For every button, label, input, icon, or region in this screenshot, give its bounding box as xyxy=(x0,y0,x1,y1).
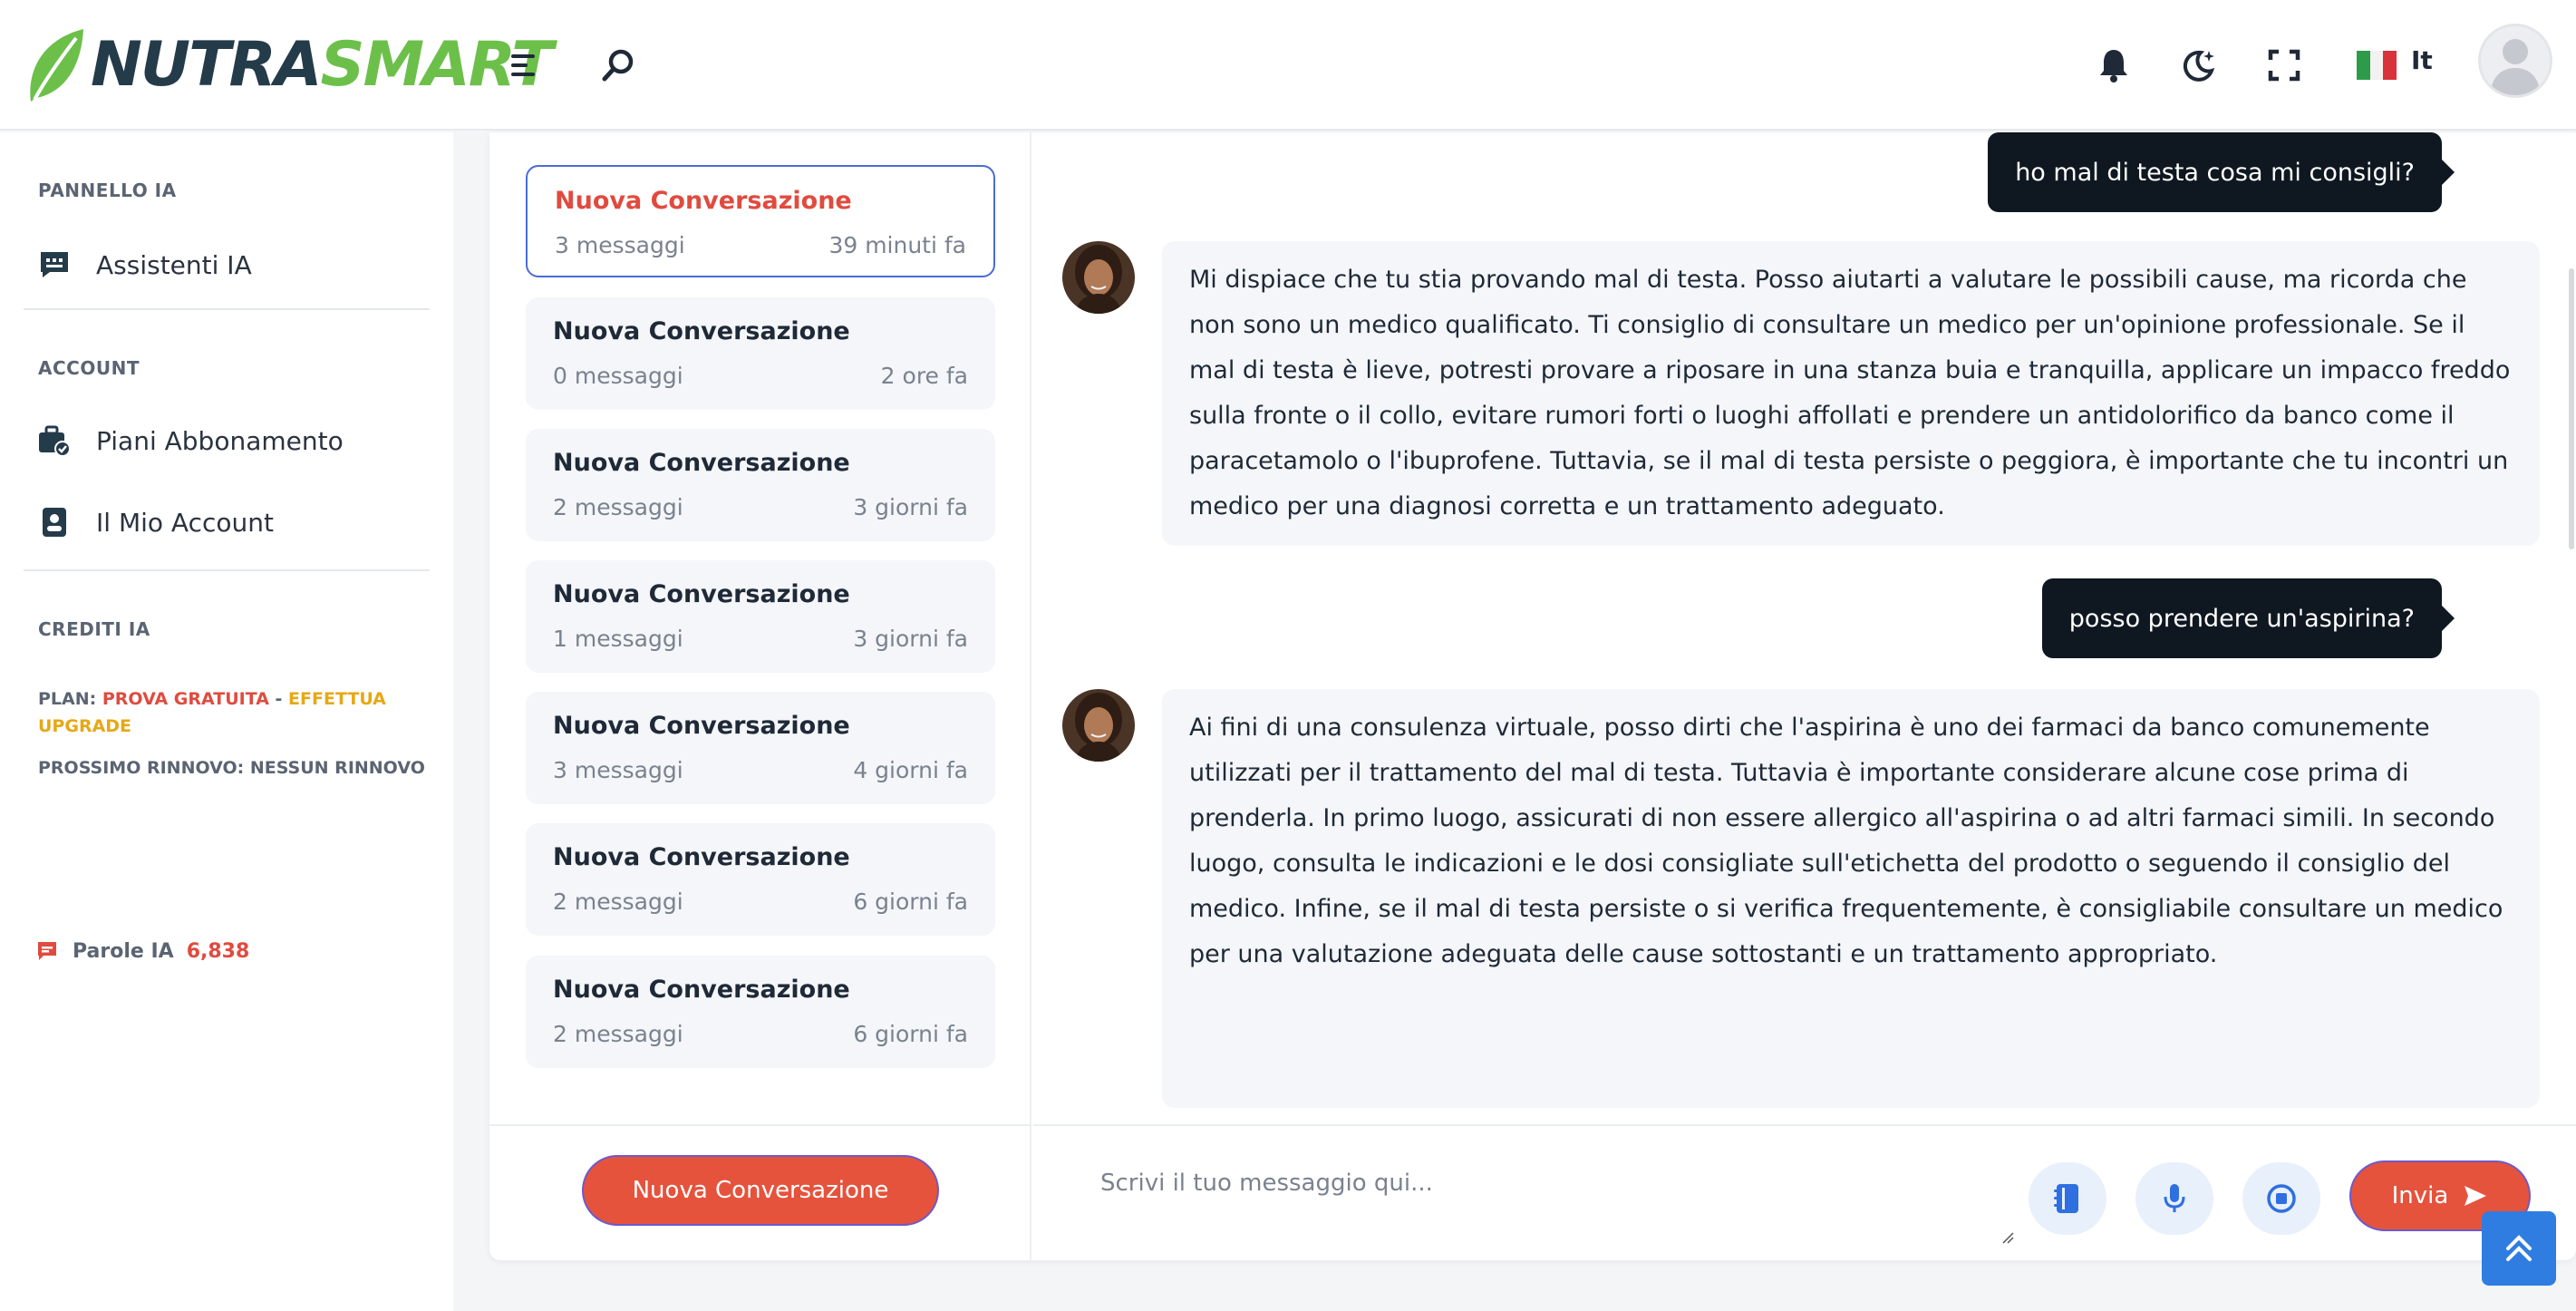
sidebar-item-label: Il Mio Account xyxy=(96,507,274,538)
message-icon xyxy=(38,942,56,960)
logo-text-nutra: NUTRA xyxy=(91,29,322,101)
send-button-label: Invia xyxy=(2391,1182,2449,1209)
sidebar-item-my-account[interactable]: Il Mio Account xyxy=(36,495,274,549)
conversation-item[interactable]: Nuova Conversazione 3 messaggi 4 giorni … xyxy=(526,692,995,804)
sidebar: PANNELLO IA Assistenti IA ACCOUNT Piani … xyxy=(0,132,453,1311)
stop-button[interactable] xyxy=(2242,1162,2320,1235)
conversation-title: Nuova Conversazione xyxy=(553,580,850,608)
conversation-message-count: 3 messaggi xyxy=(555,232,685,258)
conversation-title: Nuova Conversazione xyxy=(553,976,850,1004)
plan-name: PROVA GRATUITA xyxy=(102,689,269,709)
conversation-time: 39 minuti fa xyxy=(828,232,966,258)
logo[interactable]: NUTRASMART xyxy=(25,24,553,107)
conversation-title: Nuova Conversazione xyxy=(555,187,852,215)
plan-info: PLAN: PROVA GRATUITA - EFFETTUA UPGRADE xyxy=(38,685,401,740)
bell-icon xyxy=(2100,50,2127,83)
conversation-message-count: 2 messaggi xyxy=(553,889,683,915)
chat-scrollbar[interactable] xyxy=(2569,268,2574,549)
section-title-credits: CREDITI IA xyxy=(38,618,150,640)
fullscreen-button[interactable] xyxy=(2257,38,2311,92)
fullscreen-icon xyxy=(2268,49,2300,82)
conversation-time: 6 giorni fa xyxy=(853,1021,968,1047)
send-arrow-icon xyxy=(2465,1186,2487,1206)
search-button[interactable] xyxy=(591,38,645,92)
search-icon xyxy=(602,49,634,82)
chat-bubble-icon xyxy=(36,247,73,283)
chat-messages: ho mal di testa cosa mi consigli? Mi dis… xyxy=(1033,132,2576,1124)
conversation-message-count: 1 messaggi xyxy=(553,626,683,652)
ai-words-value: 6,838 xyxy=(186,939,250,963)
briefcase-check-icon xyxy=(36,422,73,459)
language-label[interactable]: It xyxy=(2411,45,2433,75)
conversation-item[interactable]: Nuova Conversazione 1 messaggi 3 giorni … xyxy=(526,560,995,673)
conversation-footer: Nuova Conversazione xyxy=(489,1124,1031,1260)
hamburger-icon xyxy=(511,54,535,76)
section-title-ai-panel: PANNELLO IA xyxy=(38,180,177,201)
conversation-title: Nuova Conversazione xyxy=(553,317,850,345)
conversation-title: Nuova Conversazione xyxy=(553,843,850,871)
sidebar-item-label: Piani Abbonamento xyxy=(96,425,344,456)
assistant-message: Ai fini di una consulenza virtuale, poss… xyxy=(1162,689,2540,1108)
conversation-item[interactable]: Nuova Conversazione 3 messaggi 39 minuti… xyxy=(526,165,995,277)
scroll-to-top-button[interactable] xyxy=(2482,1211,2556,1286)
notebook-icon xyxy=(2054,1184,2078,1213)
conversation-item[interactable]: Nuova Conversazione 2 messaggi 3 giorni … xyxy=(526,429,995,541)
notifications-button[interactable] xyxy=(2087,38,2141,92)
plan-separator: - xyxy=(268,689,289,709)
chat-card: Nuova Conversazione 3 messaggi 39 minuti… xyxy=(489,132,2576,1260)
conversation-item[interactable]: Nuova Conversazione 2 messaggi 6 giorni … xyxy=(526,823,995,936)
conversation-time: 3 giorni fa xyxy=(853,494,968,520)
conversation-time: 4 giorni fa xyxy=(853,757,968,783)
conversation-message-count: 2 messaggi xyxy=(553,1021,683,1047)
stop-icon xyxy=(2267,1184,2296,1213)
new-conversation-button[interactable]: Nuova Conversazione xyxy=(582,1155,939,1226)
conversation-message-count: 0 messaggi xyxy=(553,363,683,389)
conversation-time: 3 giorni fa xyxy=(853,626,968,652)
conversation-time: 2 ore fa xyxy=(880,363,968,389)
leaf-icon xyxy=(30,29,83,102)
assistant-avatar xyxy=(1062,689,1135,762)
message-input[interactable] xyxy=(1060,1146,2014,1248)
section-title-account: ACCOUNT xyxy=(38,357,140,379)
conversation-list: Nuova Conversazione 3 messaggi 39 minuti… xyxy=(489,132,1031,1124)
moon-icon xyxy=(2183,50,2215,82)
user-silhouette-icon xyxy=(2490,39,2541,95)
plan-prefix: PLAN: xyxy=(38,689,97,709)
resize-handle-icon[interactable] xyxy=(2001,1231,2014,1244)
conversation-title: Nuova Conversazione xyxy=(553,449,850,477)
conversation-message-count: 3 messaggi xyxy=(553,757,683,783)
dark-mode-toggle[interactable] xyxy=(2172,38,2226,92)
assistant-message: Mi dispiace che tu stia provando mal di … xyxy=(1162,241,2540,546)
conversation-title: Nuova Conversazione xyxy=(553,712,850,740)
user-message: ho mal di testa cosa mi consigli? xyxy=(1988,132,2455,212)
language-selector[interactable] xyxy=(2349,38,2404,92)
prompt-library-button[interactable] xyxy=(2029,1162,2106,1235)
message-composer: Invia xyxy=(1033,1124,2576,1260)
sidebar-item-ai-assistants[interactable]: Assistenti IA xyxy=(36,238,252,292)
divider xyxy=(24,569,430,571)
sidebar-item-label: Assistenti IA xyxy=(96,249,252,280)
menu-toggle-button[interactable] xyxy=(497,38,551,92)
ai-words-credit: Parole IA 6,838 xyxy=(36,936,249,966)
id-badge-icon xyxy=(36,504,73,540)
ai-words-label: Parole IA xyxy=(73,939,174,963)
user-avatar[interactable] xyxy=(2478,24,2552,98)
conversation-time: 6 giorni fa xyxy=(853,889,968,915)
voice-input-button[interactable] xyxy=(2135,1162,2213,1235)
double-chevron-up-icon xyxy=(2506,1235,2532,1261)
divider xyxy=(24,308,430,310)
microphone-icon xyxy=(2164,1184,2185,1212)
conversation-message-count: 2 messaggi xyxy=(553,494,683,520)
conversation-item[interactable]: Nuova Conversazione 2 messaggi 6 giorni … xyxy=(526,956,995,1068)
italy-flag-icon xyxy=(2357,51,2397,80)
top-header: NUTRASMART It xyxy=(0,0,2576,131)
sidebar-item-subscription-plans[interactable]: Piani Abbonamento xyxy=(36,413,344,468)
conversation-item[interactable]: Nuova Conversazione 0 messaggi 2 ore fa xyxy=(526,297,995,410)
renewal-info: PROSSIMO RINNOVO: NESSUN RINNOVO xyxy=(38,758,425,778)
assistant-avatar xyxy=(1062,241,1135,314)
user-message: posso prendere un'aspirina? xyxy=(2041,578,2455,658)
